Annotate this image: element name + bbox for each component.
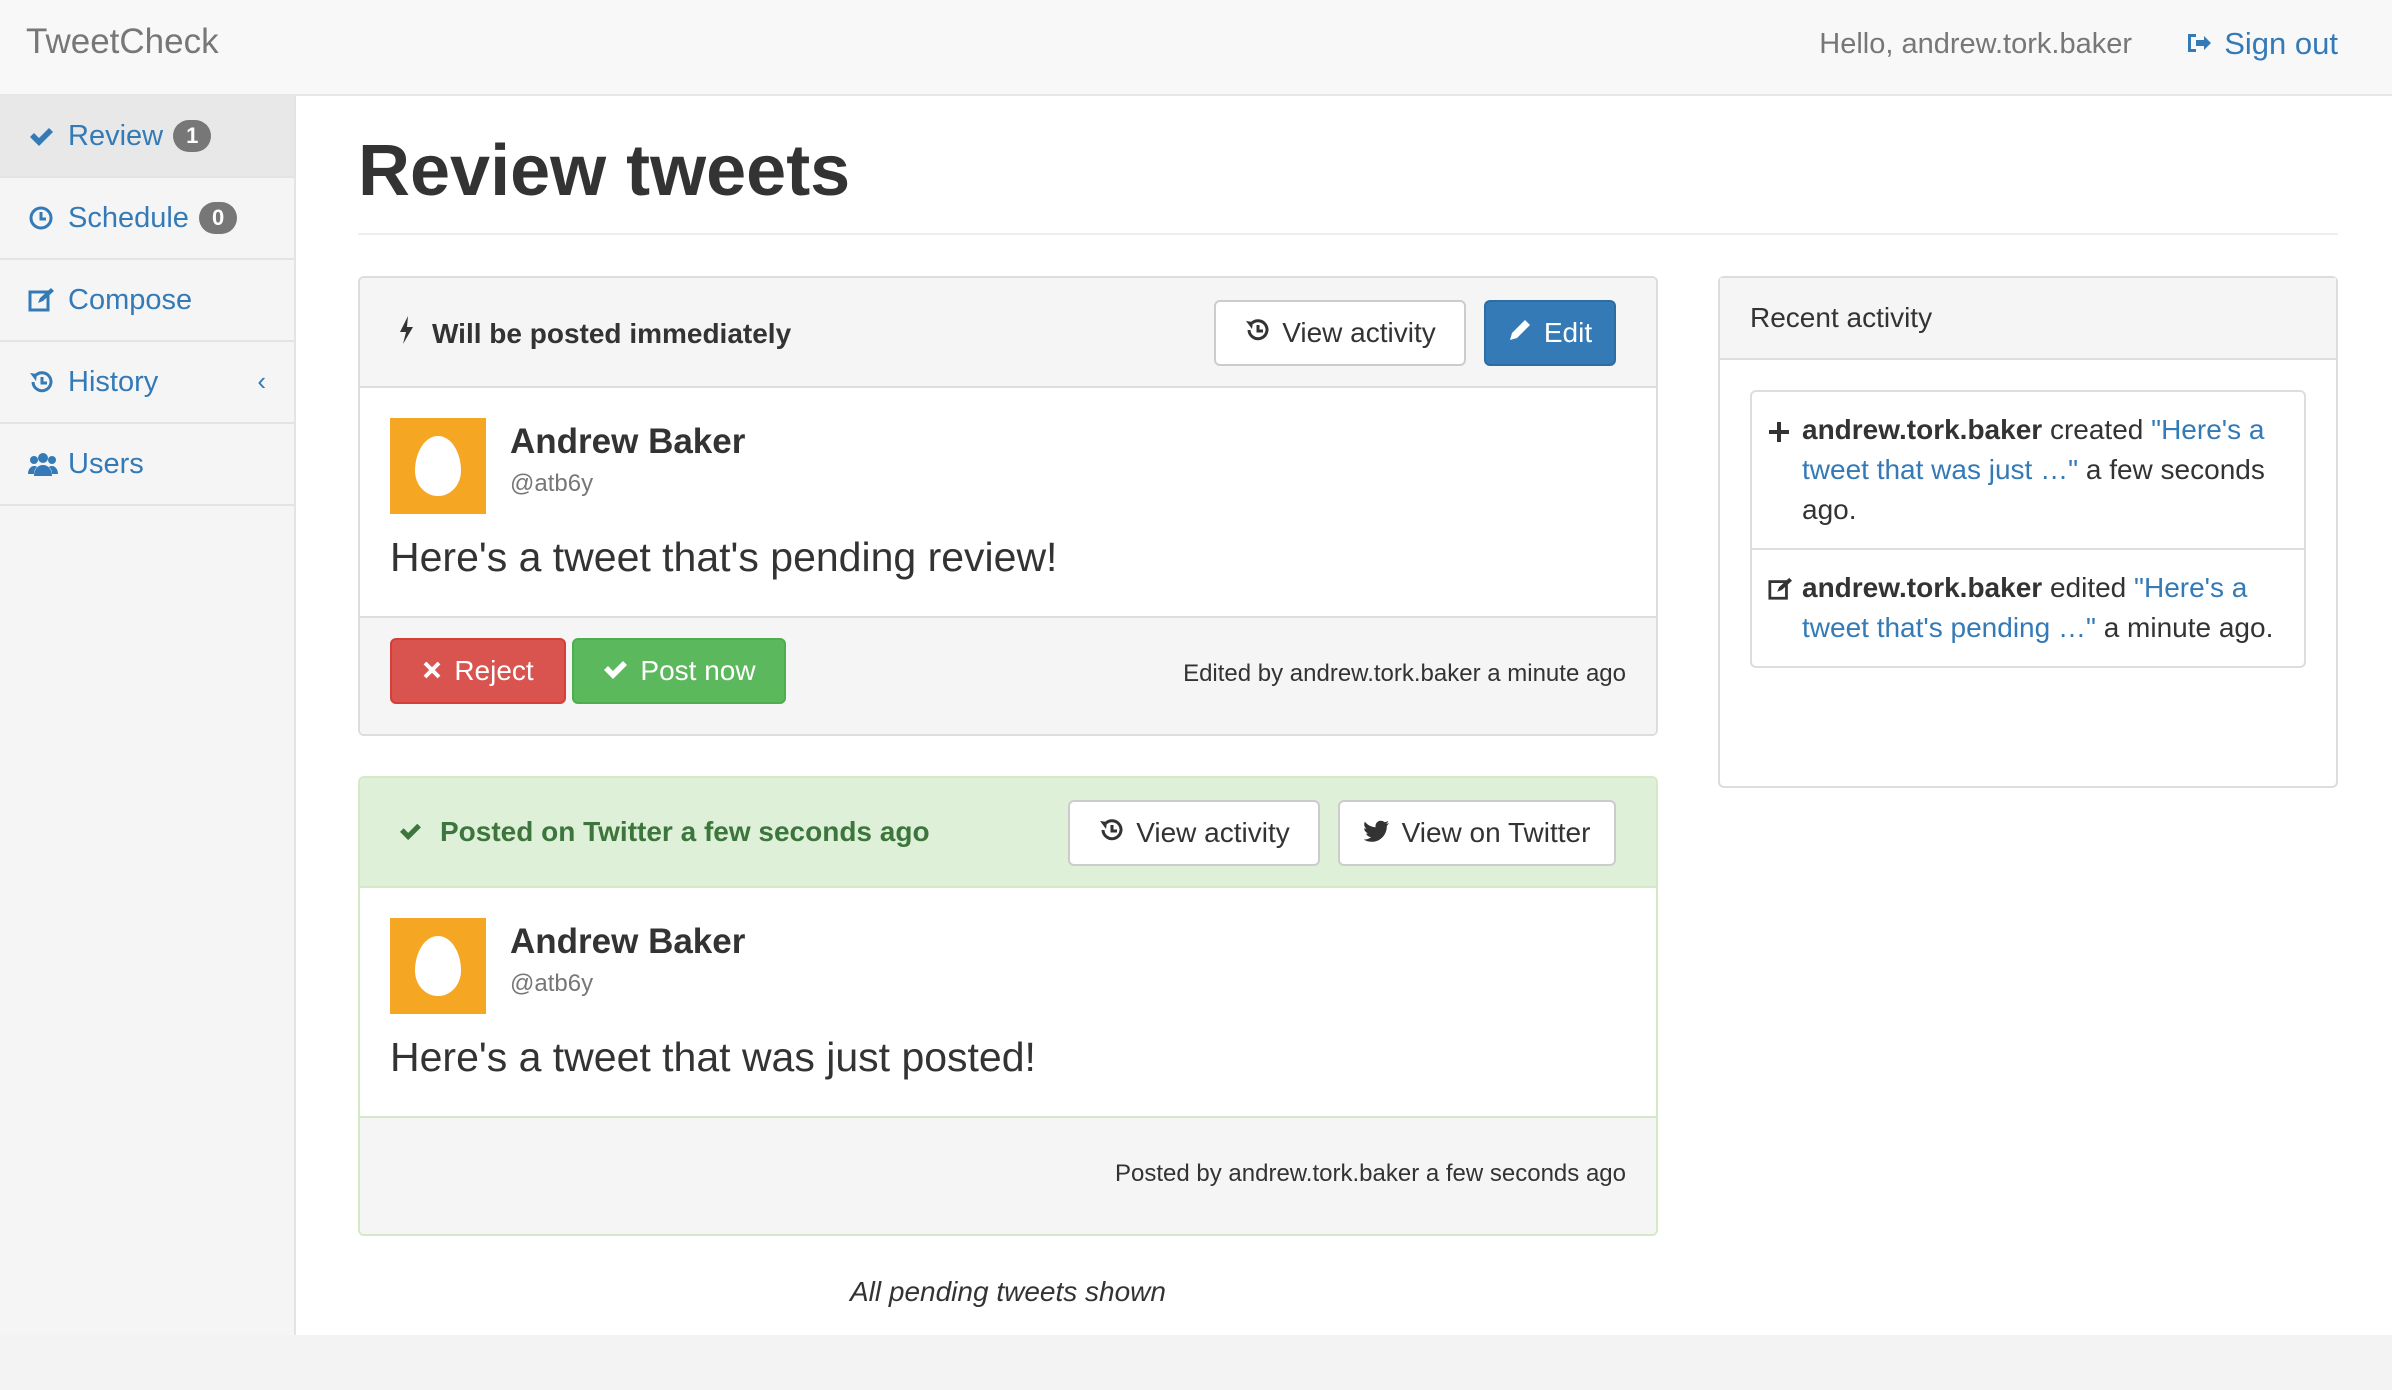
sidebar-item-label: Users — [68, 447, 144, 480]
activity-time: a minute ago. — [2103, 612, 2274, 643]
list-item: andrew.tork.baker edited "Here's a tweet… — [1752, 548, 2304, 666]
post-now-label: Post now — [640, 655, 756, 686]
title-divider — [358, 233, 2338, 235]
tweet-status-text: Posted on Twitter a few seconds ago — [440, 816, 930, 847]
avatar — [390, 918, 486, 1014]
greeting-text: Hello, andrew.tork.baker — [1819, 28, 2132, 60]
recent-activity-panel: Recent activity andrew.tork.baker create… — [1718, 276, 2338, 788]
post-now-button[interactable]: Post now — [572, 638, 786, 704]
tweet-edited-meta: Edited by andrew.tork.baker a minute ago — [1183, 660, 1626, 687]
view-on-twitter-button[interactable]: View on Twitter — [1338, 800, 1616, 866]
view-activity-button[interactable]: View activity — [1068, 800, 1320, 866]
sign-out-link[interactable]: Sign out — [2186, 26, 2338, 62]
tweet-body: Andrew Baker @atb6y Here's a tweet that … — [360, 888, 1656, 1118]
plus-icon — [1768, 414, 1790, 454]
tweet-panel-heading: Will be posted immediately View activity… — [360, 278, 1656, 388]
check-icon — [602, 655, 628, 687]
pending-tweets-note: All pending tweets shown — [850, 1276, 1166, 1307]
sidebar-item-history[interactable]: History ‹ — [0, 342, 294, 424]
sidebar-item-schedule[interactable]: Schedule 0 — [0, 178, 294, 260]
close-icon — [422, 655, 442, 687]
tweet-posted-meta: Posted by andrew.tork.baker a few second… — [1115, 1160, 1626, 1187]
pencil-icon — [1508, 317, 1532, 349]
sidebar-item-compose[interactable]: Compose — [0, 260, 294, 342]
tweet-panel-footer: Posted by andrew.tork.baker a few second… — [360, 1118, 1656, 1234]
history-icon — [1098, 817, 1124, 850]
navbar: TweetCheck Hello, andrew.tork.baker Sign… — [0, 0, 2392, 96]
tweet-text: Here's a tweet that's pending review! — [390, 534, 1058, 580]
tweet-panel-heading: Posted on Twitter a few seconds ago View… — [360, 778, 1656, 888]
check-icon — [398, 816, 422, 848]
review-count-badge: 1 — [173, 120, 212, 152]
tweet-author-name: Andrew Baker — [510, 422, 746, 461]
tweet-author-handle: @atb6y — [510, 470, 594, 497]
list-item: andrew.tork.baker created "Here's a twee… — [1752, 392, 2304, 548]
recent-activity-title: Recent activity — [1720, 278, 2336, 360]
view-on-twitter-label: View on Twitter — [1401, 817, 1591, 848]
schedule-count-badge: 0 — [198, 202, 238, 234]
tweet-body: Andrew Baker @atb6y Here's a tweet that'… — [360, 388, 1656, 618]
activity-action: created — [2049, 414, 2144, 445]
view-activity-button[interactable]: View activity — [1214, 300, 1466, 366]
chevron-left-icon[interactable]: ‹ — [257, 366, 266, 397]
avatar — [390, 418, 486, 514]
sign-out-icon — [2186, 26, 2212, 62]
page-bottom-strip — [0, 1335, 2392, 1390]
clock-icon — [28, 205, 68, 231]
sign-out-label: Sign out — [2224, 26, 2338, 61]
view-activity-label: View activity — [1136, 817, 1290, 848]
edit-button[interactable]: Edit — [1484, 300, 1616, 366]
egg-icon — [415, 436, 461, 496]
sidebar-item-label: Schedule — [68, 201, 189, 234]
sidebar-item-label: Review — [68, 119, 164, 152]
activity-action: edited — [2049, 572, 2127, 603]
sidebar-item-label: History — [68, 365, 159, 398]
tweet-text: Here's a tweet that was just posted! — [390, 1034, 1036, 1080]
sidebar-item-review[interactable]: Review 1 — [0, 96, 294, 178]
tweet-status-text: Will be posted immediately — [432, 317, 792, 349]
activity-user[interactable]: andrew.tork.baker — [1802, 572, 2042, 603]
sidebar: Review 1 Schedule 0 Compose History ‹ Us… — [0, 96, 296, 1335]
edit-icon — [1768, 572, 1792, 612]
tweet-author-name: Andrew Baker — [510, 922, 746, 961]
activity-list: andrew.tork.baker created "Here's a twee… — [1750, 390, 2306, 668]
tweet-panel-pending: Will be posted immediately View activity… — [358, 276, 1658, 736]
activity-user[interactable]: andrew.tork.baker — [1802, 414, 2042, 445]
page-title: Review tweets — [358, 131, 851, 211]
twitter-icon — [1362, 817, 1390, 849]
main-content: Review tweets Will be posted immediately… — [296, 96, 2392, 1335]
sidebar-item-users[interactable]: Users — [0, 424, 294, 506]
reject-label: Reject — [454, 655, 534, 686]
check-icon — [28, 125, 68, 147]
sidebar-item-label: Compose — [68, 283, 193, 316]
view-activity-label: View activity — [1282, 317, 1436, 348]
bolt-icon — [398, 316, 414, 351]
users-icon — [28, 452, 68, 476]
reject-button[interactable]: Reject — [390, 638, 566, 704]
brand-logo[interactable]: TweetCheck — [26, 22, 219, 62]
tweet-author-handle: @atb6y — [510, 970, 594, 997]
egg-icon — [415, 936, 461, 996]
history-icon — [1244, 317, 1270, 350]
edit-label: Edit — [1543, 317, 1593, 348]
tweet-panel-posted: Posted on Twitter a few seconds ago View… — [358, 776, 1658, 1236]
history-icon — [28, 369, 68, 395]
edit-icon — [28, 287, 68, 313]
tweet-panel-footer: Reject Post now Edited by andrew.tork.ba… — [360, 618, 1656, 734]
